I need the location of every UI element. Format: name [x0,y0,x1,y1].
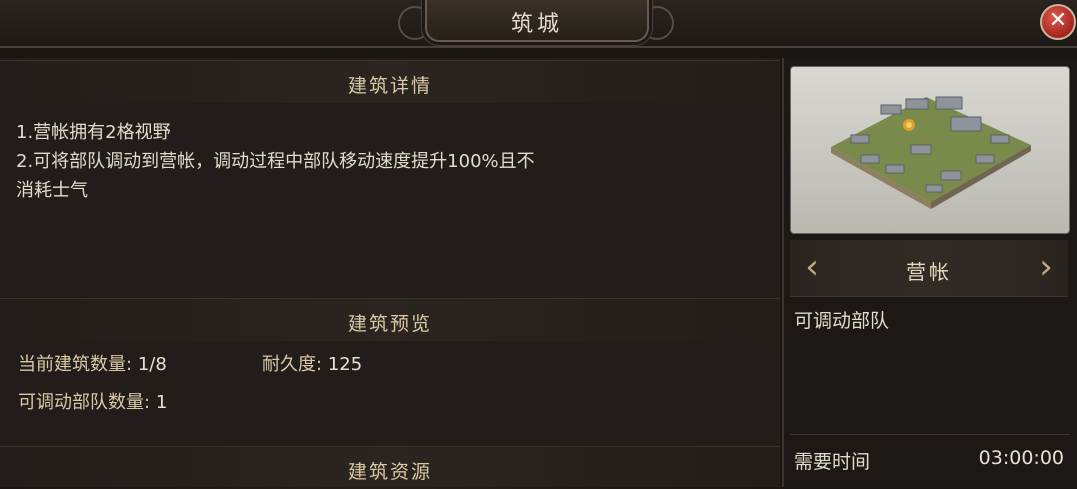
durability-label: 耐久度: [262,354,323,375]
close-button[interactable]: ✕ [1040,4,1076,40]
details-header-label: 建筑详情 [347,75,432,97]
building-count-value: 1/8 [137,354,167,375]
description-line: 1.营帐拥有2格视野 [16,122,171,143]
preview-header-label: 建筑预览 [347,313,432,335]
close-icon: ✕ [1048,8,1068,33]
preview-header: 建筑预览 [0,298,780,341]
title-bar: 筑城 ✕ [0,0,1077,48]
title-plate: 筑城 [425,0,649,42]
troops-count-label: 可调动部队数量: [18,392,151,413]
time-label: 需要时间 [794,451,871,473]
resources-header: 建筑资源 [0,446,780,489]
chevron-right-icon: › [1039,247,1053,287]
durability: 耐久度: 125 [262,350,362,376]
troops-count-value: 1 [155,392,168,413]
troop-capability-label: 可调动部队 [794,310,890,332]
building-name: 营帐 [906,260,952,284]
building-description: 1.营帐拥有2格视野 2.可将部队调动到营帐，调动过程中部队移动速度提升100%… [16,118,766,205]
details-header: 建筑详情 [0,60,780,103]
description-line: 消耗士气 [16,180,88,201]
building-preview-image [790,66,1070,234]
time-value: 03:00:00 [978,447,1064,469]
resources-header-label: 建筑资源 [347,461,432,483]
next-building-button[interactable]: › [1032,250,1060,286]
window-title: 筑城 [510,12,563,37]
troops-count: 可调动部队数量: 1 [18,388,167,414]
building-count-label: 当前建筑数量: [18,354,133,375]
description-line: 2.可将部队调动到营帐，调动过程中部队移动速度提升100%且不 [16,151,535,172]
building-count: 当前建筑数量: 1/8 [18,350,167,376]
building-selector: ‹ 营帐 › [790,240,1068,297]
durability-value: 125 [327,354,363,375]
time-row: 需要时间 03:00:00 [790,434,1070,485]
